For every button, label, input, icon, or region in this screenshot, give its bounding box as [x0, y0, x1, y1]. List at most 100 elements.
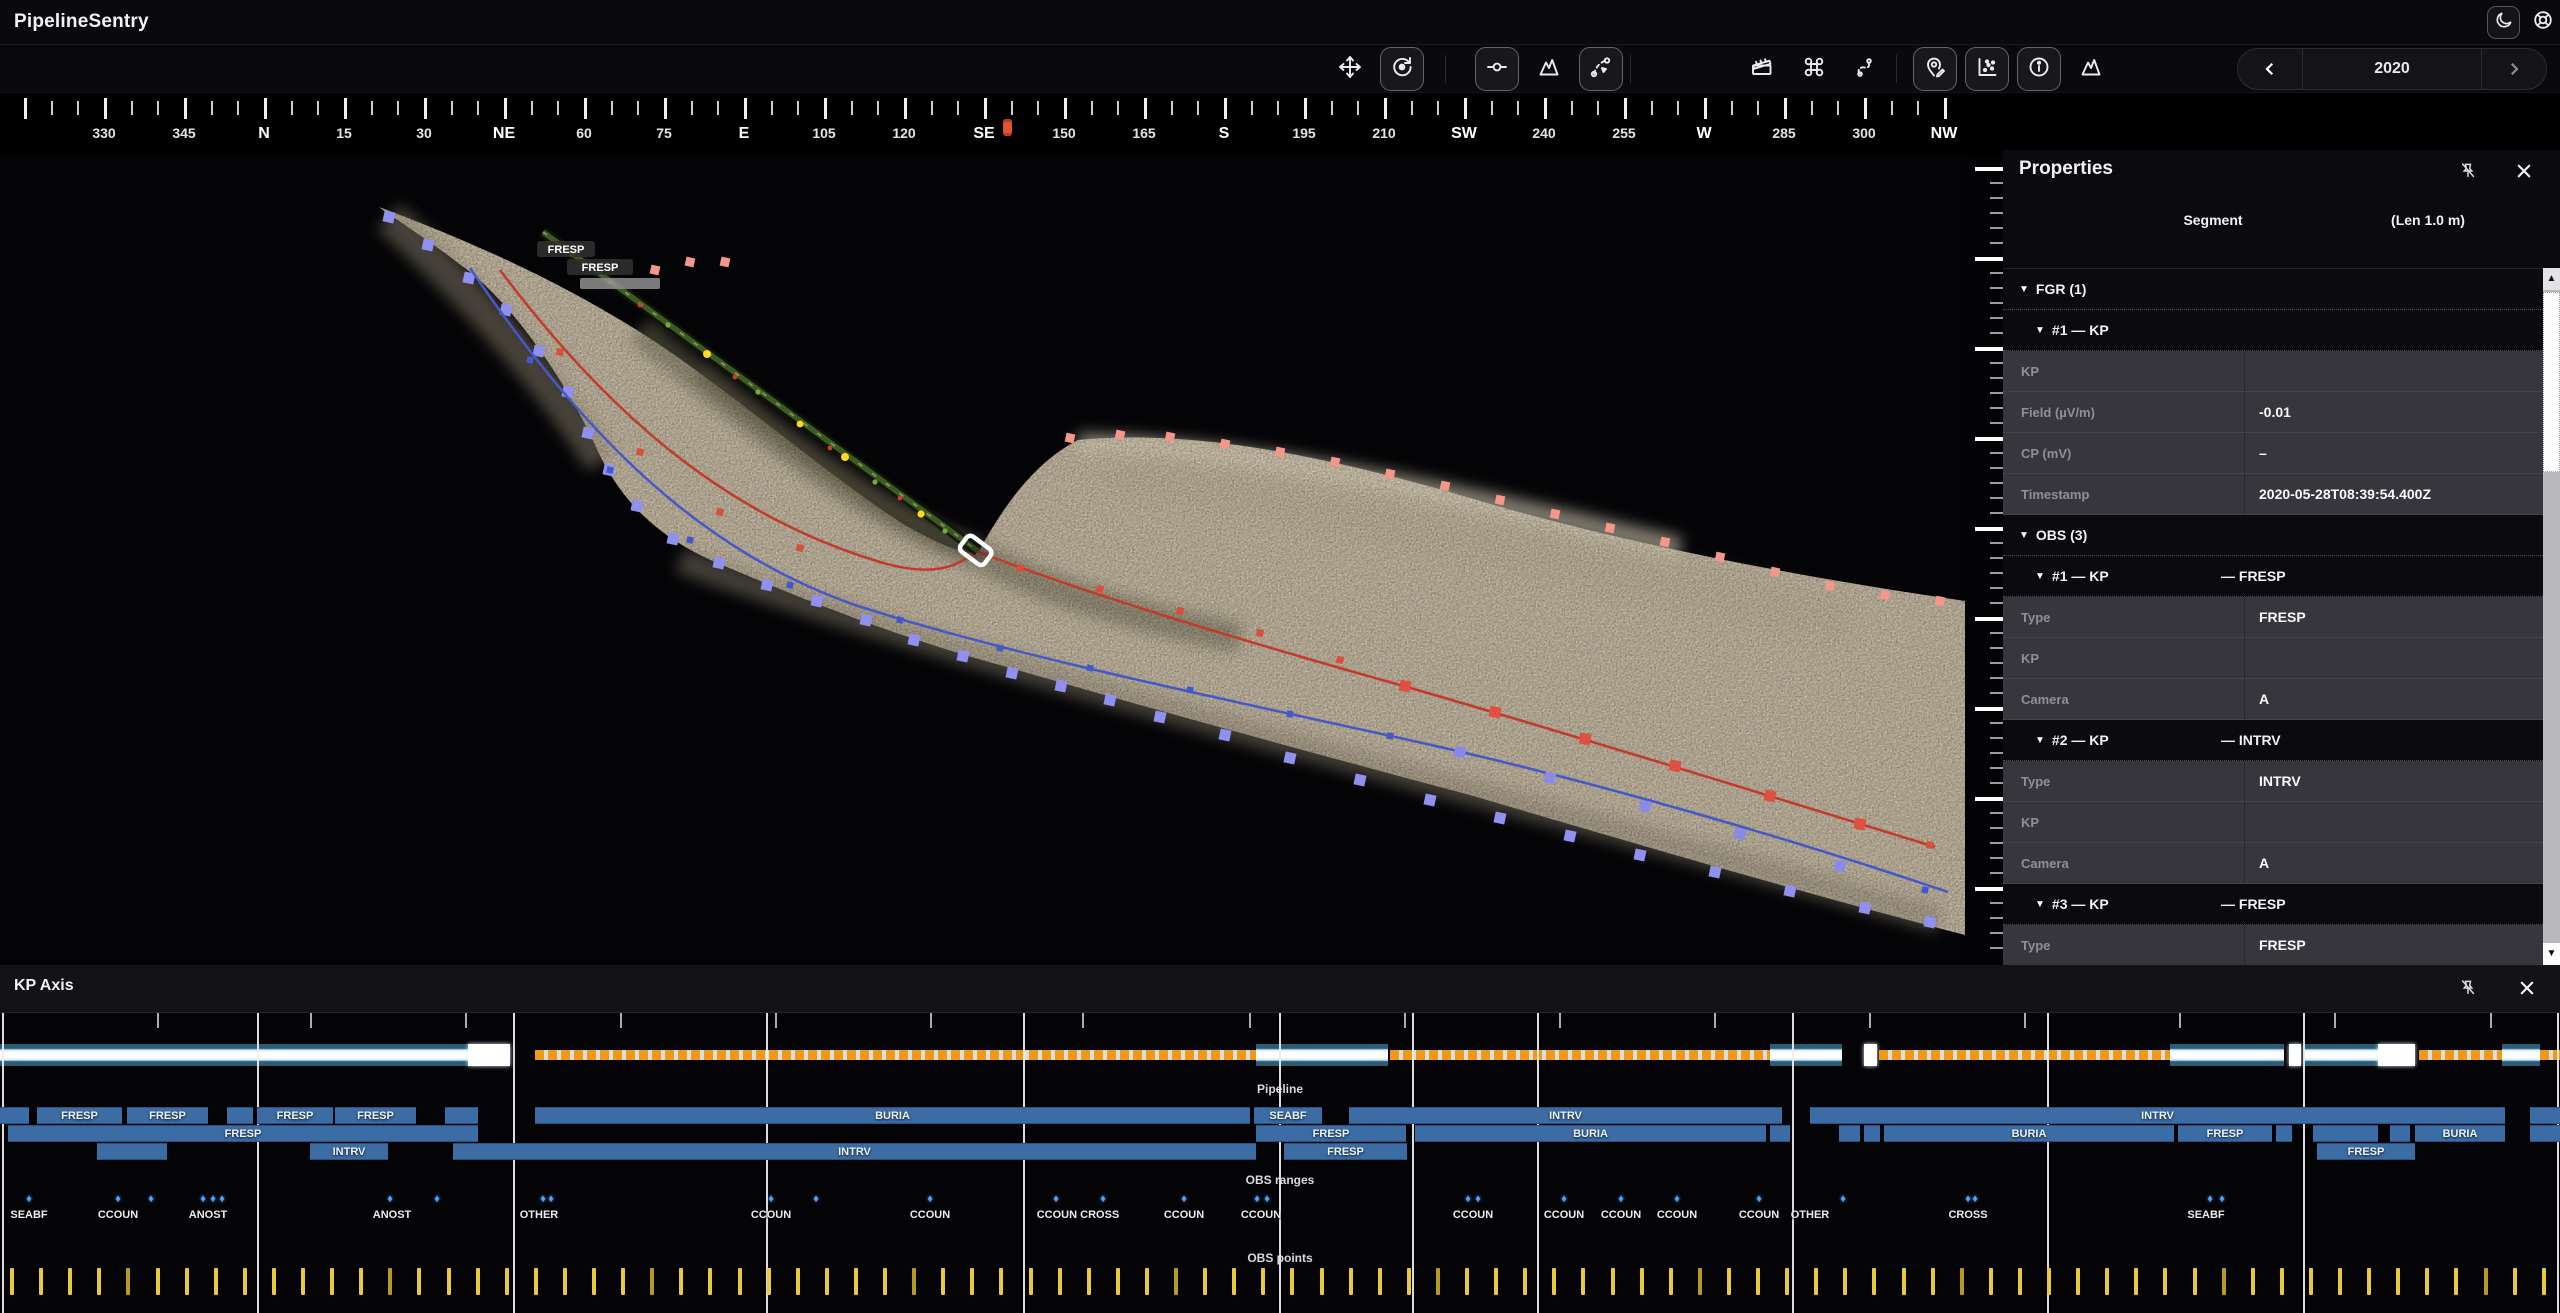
property-value: A — [2245, 691, 2269, 707]
kp-yellow-tick — [1378, 1268, 1382, 1295]
curve-icon — [1589, 55, 1613, 84]
clapper-tool-button[interactable] — [1740, 47, 1784, 91]
caret-down-icon: ▼ — [2019, 530, 2029, 541]
obs-point-label: CCOUN — [1657, 1209, 1697, 1221]
rotate-tool-button[interactable] — [1380, 47, 1424, 91]
caret-down-icon: ▼ — [2019, 284, 2029, 295]
kp-gridline — [1279, 1013, 1281, 1313]
kp-yellow-tick — [767, 1268, 771, 1295]
section-header[interactable]: ▼ OBS (3) — [2003, 515, 2543, 556]
group-header[interactable]: ▼#2 — KP— INTRV — [2003, 720, 2543, 761]
info-tool-button[interactable] — [2017, 47, 2061, 91]
section-header[interactable]: ▼FGR (1) — [2003, 269, 2543, 310]
group-header[interactable]: ▼#1 — KP — [2003, 310, 2543, 351]
caret-down-icon: ▼ — [2035, 899, 2045, 910]
compass-tick — [1384, 98, 1387, 119]
mountain-tool-button[interactable] — [2069, 47, 2113, 91]
depth-ruler-tick — [1975, 347, 2003, 351]
property-row: KP — [2003, 802, 2543, 843]
kp-yellow-tick — [1436, 1268, 1440, 1295]
caret-down-icon: ▼ — [2035, 571, 2045, 582]
compass-label-300: 300 — [1852, 125, 1875, 141]
obs-point-diamond: ♦ — [1465, 1193, 1471, 1205]
compass-tick — [131, 101, 133, 115]
property-row: CameraA — [2003, 843, 2543, 884]
mountain-tool-button[interactable] — [1527, 47, 1571, 91]
kp-yellow-tick — [2251, 1268, 2255, 1295]
compass-tick — [264, 98, 267, 119]
bar-label: BURIA — [2443, 1128, 2478, 1140]
bar-label: FRESP — [277, 1110, 314, 1122]
obs-point-diamond: ♦ — [1100, 1193, 1106, 1205]
group-header[interactable]: ▼#3 — KP— FRESP — [2003, 884, 2543, 925]
obs-point-diamond: ♦ — [219, 1193, 225, 1205]
group-header[interactable]: ▼#1 — KP— FRESP — [2003, 556, 2543, 597]
kp-axis-close-button[interactable] — [2514, 975, 2540, 1001]
compass-tick — [1117, 101, 1119, 115]
obs-point-label: SEABF — [10, 1209, 47, 1221]
compass-label-NE: NE — [493, 125, 515, 143]
node-tool-button[interactable] — [1475, 47, 1519, 91]
rotate-icon — [1390, 55, 1414, 84]
year-prev-button[interactable] — [2238, 49, 2302, 89]
curve-tool-button[interactable] — [1579, 47, 1623, 91]
kp-axis-unpin-button[interactable] — [2455, 975, 2481, 1001]
obs-point-diamond: ♦ — [927, 1193, 933, 1205]
scatter-tool-button[interactable] — [1965, 47, 2009, 91]
depth-ruler-tick — [1990, 497, 2003, 499]
pan-tool-button[interactable] — [1328, 47, 1372, 91]
property-row: KP — [2003, 638, 2543, 679]
pin-edit-tool-button[interactable] — [1913, 47, 1957, 91]
compass-label-120: 120 — [892, 125, 915, 141]
property-row: KP — [2003, 351, 2543, 392]
compass-tick — [371, 101, 373, 115]
scroll-down-icon[interactable]: ▼ — [2543, 943, 2560, 965]
properties-scrollbar[interactable]: ▲ ▼ — [2543, 268, 2560, 965]
dark-mode-button[interactable] — [2487, 6, 2520, 39]
scene-3d-viewport[interactable]: FRESP FRESP KP KP — [0, 155, 1965, 965]
scrollbar-thumb[interactable] — [2543, 292, 2560, 472]
route-tool-button[interactable] — [1844, 47, 1888, 91]
unpin-button[interactable] — [2455, 158, 2481, 184]
compass-label-15: 15 — [336, 125, 352, 141]
property-label: Camera — [2003, 843, 2245, 883]
obs-range-bar-buria: BURIA — [1415, 1125, 1766, 1142]
kp-yellow-tick — [1931, 1268, 1935, 1295]
kp-axis-timeline[interactable]: Pipeline OBS ranges OBS points FRESPFRES… — [0, 1012, 2560, 1313]
kp-tick-stub — [1559, 1013, 1561, 1028]
obs-point-diamond: ♦ — [540, 1193, 546, 1205]
obs-point-diamond: ♦ — [1264, 1193, 1270, 1205]
mountain-icon — [1537, 55, 1561, 84]
depth-ruler-tick — [1975, 167, 2003, 171]
close-properties-button[interactable] — [2511, 158, 2537, 184]
obs-point-diamond: ♦ — [1756, 1193, 1762, 1205]
obs-range-bar-fresp: FRESP — [127, 1107, 208, 1124]
depth-ruler-tick — [1990, 647, 2003, 649]
year-next-button[interactable] — [2482, 49, 2546, 89]
scroll-up-icon[interactable]: ▲ — [2543, 268, 2560, 290]
help-button[interactable] — [2526, 6, 2559, 39]
header-label: OBS (3) — [2036, 527, 2087, 543]
kp-tick-stub — [157, 1013, 159, 1028]
bar-label: FRESP — [2207, 1128, 2244, 1140]
kp-yellow-tick — [359, 1268, 363, 1295]
compass-label-W: W — [1696, 125, 1711, 143]
compass-tick — [1891, 101, 1893, 115]
obs-range-bar — [2276, 1125, 2292, 1142]
kp-yellow-tick — [796, 1268, 800, 1295]
obs-range-bar-buria: BURIA — [2415, 1125, 2505, 1142]
kp-tick-stub — [310, 1013, 312, 1028]
obs-point-label: OTHER — [520, 1209, 559, 1221]
property-label: KP — [2003, 638, 2245, 678]
kp-yellow-tick — [883, 1268, 887, 1295]
compass-tick — [51, 101, 53, 115]
obs-point-label: ANOST — [373, 1209, 412, 1221]
kp-tick-stub — [1404, 1013, 1406, 1028]
obs-point-label: ANOST — [189, 1209, 228, 1221]
kp-tick-stub — [1249, 1013, 1251, 1028]
compass-tick — [1197, 101, 1199, 115]
compass-tick — [1544, 98, 1547, 119]
compass-ruler[interactable]: 330345N1530NE6075E105120SE150165S195210S… — [0, 93, 2560, 155]
depth-ruler-tick — [1990, 842, 2003, 844]
multi-tool-button[interactable] — [1792, 47, 1836, 91]
